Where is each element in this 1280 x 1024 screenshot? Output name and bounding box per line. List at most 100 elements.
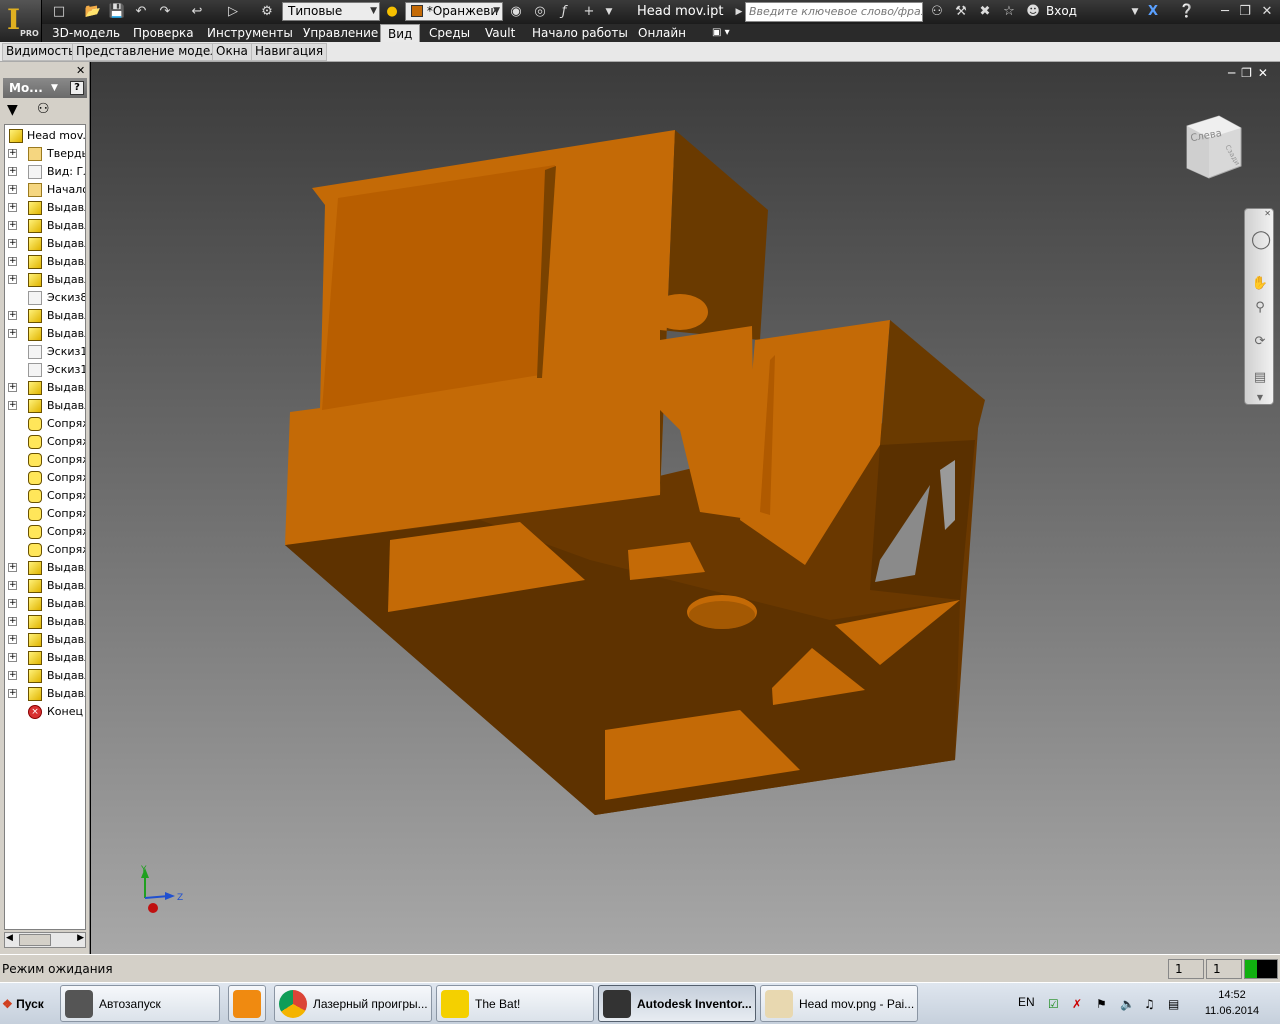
search-input[interactable]: Введите ключевое слово/фразу — [745, 2, 923, 22]
browser-header[interactable]: Мо... ▼ ? — [3, 78, 87, 98]
select-icon[interactable]: ▷ — [224, 3, 242, 21]
security-shield-icon[interactable]: ☑ — [1048, 997, 1059, 1011]
expand-plus-icon[interactable]: + — [8, 185, 17, 194]
appearance-style-combo[interactable]: Типовые ▼ — [282, 2, 380, 21]
system-clock[interactable]: 14:52 11.06.2014 — [1194, 987, 1270, 1019]
display-icon[interactable]: ▤ — [1168, 997, 1179, 1011]
expand-plus-icon[interactable]: + — [8, 635, 17, 644]
expand-plus-icon[interactable]: + — [8, 581, 17, 590]
tree-item[interactable]: + Выдавливание4 — [5, 253, 85, 271]
tree-item[interactable]: Эскиз11 — [5, 361, 85, 379]
tree-item[interactable]: Сопряжение8 — [5, 541, 85, 559]
clear-appearance-icon[interactable]: ◎ — [531, 3, 549, 21]
model-graphics[interactable] — [91, 62, 1280, 954]
tab-vault[interactable]: Vault — [485, 24, 515, 42]
expand-plus-icon[interactable]: + — [8, 239, 17, 248]
customize-dropdown-icon[interactable]: ▼ — [600, 3, 618, 21]
tab-view[interactable]: Вид — [380, 24, 421, 42]
expand-plus-icon[interactable]: + — [8, 563, 17, 572]
filter-icon[interactable]: ▼ — [7, 102, 18, 118]
tab-online[interactable]: Онлайн — [638, 24, 686, 42]
navbar-options-icon[interactable]: ▼ — [1251, 389, 1269, 407]
expand-plus-icon[interactable]: + — [8, 401, 17, 410]
user-icon[interactable]: ☻ — [1024, 3, 1042, 21]
expand-plus-icon[interactable]: + — [8, 671, 17, 680]
tree-item[interactable]: + Выдавливание2 — [5, 217, 85, 235]
update-icon[interactable]: ⚙ — [258, 3, 276, 21]
tree-item[interactable]: + Выдавливание10 — [5, 559, 85, 577]
tree-item[interactable]: + Твердые тела — [5, 145, 85, 163]
tree-item[interactable]: + Выдавливание6 — [5, 307, 85, 325]
open-file-icon[interactable]: 📂 — [84, 3, 102, 21]
tree-item[interactable]: Сопряжение7 — [5, 523, 85, 541]
application-menu-button[interactable]: I PRO — [0, 0, 42, 42]
minimize-window-icon[interactable]: ─ — [1216, 3, 1234, 21]
tab-manage[interactable]: Управление — [303, 24, 378, 42]
new-file-icon[interactable]: □ — [50, 3, 68, 21]
expand-plus-icon[interactable]: + — [8, 689, 17, 698]
panel-windows[interactable]: Окна — [212, 43, 252, 61]
scroll-right-icon[interactable]: ▶ — [77, 933, 84, 943]
expand-plus-icon[interactable]: + — [8, 329, 17, 338]
tree-item[interactable]: + Выдавливание8 — [5, 379, 85, 397]
tab-inspect[interactable]: Проверка — [133, 24, 194, 42]
expand-plus-icon[interactable]: + — [8, 311, 17, 320]
tree-item[interactable]: + Выдавливание1 — [5, 199, 85, 217]
taskbar-item-chrome[interactable]: Лазерный проигры... — [274, 985, 432, 1022]
tree-item[interactable]: + Выдавливание9 — [5, 397, 85, 415]
expand-plus-icon[interactable]: + — [8, 257, 17, 266]
tree-item[interactable]: Сопряжение1 — [5, 415, 85, 433]
close-window-icon[interactable]: ✕ — [1258, 3, 1276, 21]
pan-hand-icon[interactable]: ✋ — [1251, 275, 1269, 293]
panel-appearance[interactable]: Представление модели — [72, 43, 230, 61]
help-icon[interactable]: ❔ — [1178, 3, 1196, 21]
login-dropdown-icon[interactable]: ▼ — [1126, 3, 1144, 21]
tree-item[interactable]: + Выдавливание12 — [5, 595, 85, 613]
scrollbar-thumb[interactable] — [19, 934, 51, 946]
color-override-combo[interactable]: *Оранжеви ▼ — [405, 2, 503, 21]
color-wheel-icon[interactable]: ● — [383, 3, 401, 21]
taskbar-item-thebat[interactable]: The Bat! — [436, 985, 594, 1022]
view-cube[interactable]: Слева Сзади — [1179, 110, 1251, 186]
expand-plus-icon[interactable]: + — [8, 653, 17, 662]
steering-wheel-icon[interactable]: ◯ — [1251, 231, 1271, 249]
action-center-flag-icon[interactable]: ⚑ — [1096, 997, 1107, 1011]
close-icon[interactable]: ✕ — [76, 64, 85, 77]
network-warning-icon[interactable]: ✗ — [1072, 997, 1082, 1011]
scroll-left-icon[interactable]: ◀ — [6, 933, 13, 943]
tree-item[interactable]: + Начало — [5, 181, 85, 199]
taskbar-item-paint[interactable]: Head mov.png - Pai... — [760, 985, 918, 1022]
tree-item[interactable]: + Вид: Главный — [5, 163, 85, 181]
graphics-viewport[interactable]: ─❐✕ Слева Сзади ✕ ◯ ✋ ⚲ ⟳ ▤ ▼ Y Z — [91, 62, 1280, 954]
adjust-appearance-icon[interactable]: ◉ — [507, 3, 525, 21]
tree-item[interactable]: Эскиз10 — [5, 343, 85, 361]
find-binoculars-icon[interactable]: ⚇ — [37, 101, 50, 117]
tree-item[interactable]: + Выдавливание15 — [5, 649, 85, 667]
expand-plus-icon[interactable]: + — [8, 275, 17, 284]
language-indicator[interactable]: EN — [1018, 995, 1035, 1009]
expand-plus-icon[interactable]: + — [8, 149, 17, 158]
chevron-down-icon[interactable]: ▼ — [51, 78, 58, 98]
binoculars-icon[interactable]: ⚇ — [928, 3, 946, 21]
communication-icon[interactable]: ✖ — [976, 3, 994, 21]
tree-item[interactable]: Сопряжение4 — [5, 469, 85, 487]
tree-item[interactable]: + Выдавливание17 — [5, 685, 85, 703]
tree-item[interactable]: Сопряжение3 — [5, 451, 85, 469]
tree-item[interactable]: + Выдавливание11 — [5, 577, 85, 595]
help-icon[interactable]: ? — [70, 81, 84, 95]
panel-navigate[interactable]: Навигация — [251, 43, 328, 61]
taskbar-item-autorun[interactable]: Автозапуск — [60, 985, 220, 1022]
restore-window-icon[interactable]: ❐ — [1236, 3, 1254, 21]
expand-plus-icon[interactable]: + — [8, 599, 17, 608]
parameters-icon[interactable]: ƒ — [555, 3, 573, 21]
close-icon[interactable]: ✕ — [1264, 209, 1271, 218]
expand-plus-icon[interactable]: + — [8, 167, 17, 176]
favorites-star-icon[interactable]: ☆ — [1000, 3, 1018, 21]
audio-icon[interactable]: ♫ — [1144, 997, 1155, 1011]
volume-icon[interactable]: 🔈 — [1120, 997, 1135, 1011]
expand-plus-icon[interactable]: + — [8, 383, 17, 392]
login-button[interactable]: Вход — [1046, 4, 1077, 18]
undo-icon[interactable]: ↶ — [132, 3, 150, 21]
expand-plus-icon[interactable]: + — [8, 617, 17, 626]
tree-item[interactable]: Эскиз8 — [5, 289, 85, 307]
